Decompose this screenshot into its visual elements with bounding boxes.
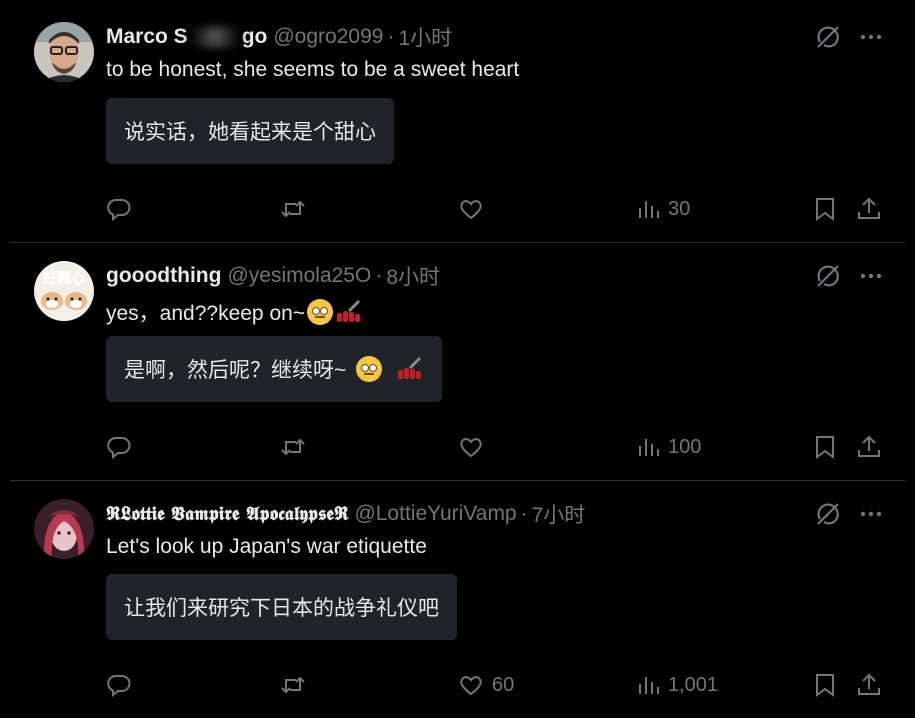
avatar[interactable] — [34, 499, 94, 559]
separator-dot: · — [387, 25, 395, 48]
translation-text: 说实话，她看起来是个甜心 — [124, 121, 376, 144]
translation-box: 让我们来研究下日本的战争礼仪吧 — [106, 574, 457, 640]
timestamp[interactable]: 7小时 — [532, 499, 586, 529]
redacted-name-part — [189, 27, 240, 48]
tweet-actions: 100 — [106, 432, 896, 462]
retweet-icon — [281, 438, 305, 456]
like-count: 60 — [492, 673, 515, 696]
avatar-text: 好開心 — [42, 270, 85, 286]
views-chart-icon — [639, 201, 659, 218]
username[interactable]: @yesimola25O — [227, 264, 371, 288]
view-count: 30 — [668, 197, 691, 220]
tweet-actions: 60 1,001 — [106, 670, 896, 700]
retweet-button[interactable] — [280, 670, 306, 700]
username[interactable]: @LottieYuriVamp — [354, 502, 516, 526]
translation-text: 是啊，然后呢？继续呀~ — [124, 359, 347, 382]
views-chart-icon — [639, 439, 659, 456]
tweet-top-actions — [815, 501, 883, 532]
separator-dot: · — [375, 264, 383, 287]
eye-roll-emoji-icon — [356, 356, 383, 382]
retweet-button[interactable] — [280, 432, 306, 462]
heart-icon — [460, 438, 482, 458]
share-button[interactable] — [856, 194, 882, 224]
like-button[interactable] — [458, 432, 492, 462]
bookmark-button[interactable] — [812, 194, 838, 224]
retweet-button[interactable] — [280, 194, 306, 224]
nail-polish-emoji-icon — [335, 299, 363, 325]
separator-dot: · — [520, 502, 528, 525]
share-button[interactable] — [856, 432, 882, 462]
retweet-icon — [281, 676, 305, 694]
tweet-text-content: yes，and??keep on~ — [106, 302, 306, 325]
tweet[interactable]: 𝕽𝕷𝖔𝖙𝖙𝖎𝖊 𝖁𝖆𝖒𝖕𝖎𝖗𝖊 𝕬𝖕𝖔𝖈𝖆𝖑𝖞𝖕𝖘𝖊𝕽 @LottieYuriV… — [10, 481, 905, 718]
reply-icon — [107, 674, 131, 698]
display-name[interactable]: 𝕽𝕷𝖔𝖙𝖙𝖎𝖊 𝖁𝖆𝖒𝖕𝖎𝖗𝖊 𝕬𝖕𝖔𝖈𝖆𝖑𝖞𝖕𝖘𝖊𝕽 — [106, 503, 348, 525]
reply-button[interactable] — [106, 432, 132, 462]
reply-icon — [107, 198, 131, 222]
timestamp[interactable]: 8小时 — [386, 261, 440, 291]
views-button[interactable]: 100 — [636, 432, 701, 462]
views-button[interactable]: 30 — [636, 194, 690, 224]
bookmark-button[interactable] — [812, 670, 838, 700]
retweet-icon — [281, 200, 305, 218]
share-icon — [858, 435, 880, 457]
like-button[interactable]: 60 — [458, 670, 514, 700]
translation-box: 是啊，然后呢？继续呀~ — [106, 336, 443, 402]
nail-polish-emoji-icon — [396, 356, 424, 382]
avatar[interactable] — [34, 22, 94, 82]
eye-roll-emoji-icon — [307, 299, 334, 325]
reply-button[interactable] — [106, 670, 132, 700]
tweet-header: Marco Sgo @ogro2099 · 1小时 — [106, 22, 452, 52]
bookmark-button[interactable] — [812, 432, 838, 462]
tweet-top-actions — [815, 24, 883, 55]
reply-icon — [107, 436, 131, 460]
grok-icon[interactable] — [815, 263, 841, 294]
tweet-text: to be honest, she seems to be a sweet he… — [106, 58, 520, 81]
timeline-feed: Marco Sgo @ogro2099 · 1小时 to be honest, … — [0, 0, 915, 718]
like-button[interactable] — [458, 194, 492, 224]
grok-icon[interactable] — [815, 501, 841, 532]
heart-icon — [460, 200, 482, 220]
share-icon — [858, 673, 880, 695]
display-name[interactable]: gooodthing — [106, 264, 221, 288]
tweet-actions: 30 — [106, 194, 896, 224]
translation-text: 让我们来研究下日本的战争礼仪吧 — [124, 597, 439, 620]
tweet-text: Let's look up Japan's war etiquette — [106, 535, 427, 558]
views-button[interactable]: 1,001 — [636, 670, 718, 700]
more-icon[interactable] — [859, 24, 883, 55]
tweet-header: 𝕽𝕷𝖔𝖙𝖙𝖎𝖊 𝖁𝖆𝖒𝖕𝖎𝖗𝖊 𝕬𝖕𝖔𝖈𝖆𝖑𝖞𝖕𝖘𝖊𝕽 @LottieYuriV… — [106, 499, 585, 529]
tweet-header: gooodthing @yesimola25O · 8小时 — [106, 261, 440, 291]
username[interactable]: @ogro2099 — [273, 25, 383, 49]
grok-icon[interactable] — [815, 24, 841, 55]
tweet[interactable]: Marco Sgo @ogro2099 · 1小时 to be honest, … — [10, 0, 905, 243]
views-chart-icon — [639, 677, 659, 694]
bookmark-icon — [816, 436, 834, 459]
timestamp[interactable]: 1小时 — [398, 22, 452, 52]
share-icon — [858, 197, 880, 219]
tweet-top-actions — [815, 263, 883, 294]
bookmark-icon — [816, 198, 834, 221]
tweet[interactable]: 好開心 gooodthing @yesimola25O · 8小时 yes，an… — [10, 243, 905, 481]
view-count: 100 — [668, 435, 702, 458]
view-count: 1,001 — [668, 673, 719, 696]
display-name[interactable]: Marco Sgo — [106, 25, 267, 49]
reply-button[interactable] — [106, 194, 132, 224]
translation-box: 说实话，她看起来是个甜心 — [106, 98, 394, 164]
share-button[interactable] — [856, 670, 882, 700]
avatar[interactable]: 好開心 — [34, 261, 94, 321]
bookmark-icon — [816, 674, 834, 697]
more-icon[interactable] — [859, 501, 883, 532]
more-icon[interactable] — [859, 263, 883, 294]
tweet-text: yes，and??keep on~ — [106, 297, 363, 327]
heart-icon — [460, 676, 482, 696]
